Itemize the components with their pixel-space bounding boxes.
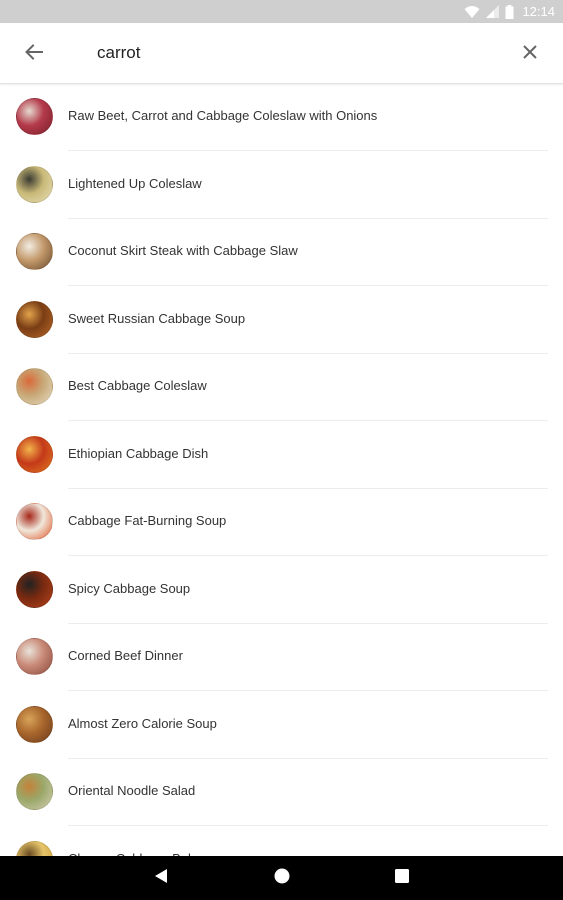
recipe-thumbnail	[16, 368, 53, 405]
recipe-thumbnail	[16, 98, 53, 135]
recipe-thumbnail	[16, 570, 53, 608]
result-row[interactable]: Lightened Up Coleslaw	[0, 152, 563, 219]
cell-signal-icon	[486, 5, 500, 18]
result-title: Oriental Noodle Salad	[68, 783, 196, 798]
result-title: Raw Beet, Carrot and Cabbage Coleslaw wi…	[68, 108, 378, 123]
clear-search-button[interactable]	[516, 40, 544, 68]
result-row[interactable]: Raw Beet, Carrot and Cabbage Coleslaw wi…	[0, 84, 563, 151]
result-title: Spicy Cabbage Soup	[68, 580, 191, 596]
recipe-thumbnail	[16, 705, 53, 743]
recipe-thumbnail	[16, 300, 53, 338]
result-title: Sweet Russian Cabbage Soup	[68, 310, 246, 326]
nav-back-triangle-icon	[154, 868, 168, 889]
arrow-left-icon	[25, 43, 43, 65]
battery-icon	[505, 4, 514, 19]
wifi-icon	[464, 5, 480, 19]
status-time: 12:14	[522, 4, 555, 19]
recipe-thumbnail	[16, 773, 53, 810]
result-title: Ethiopian Cabbage Dish	[68, 445, 209, 461]
result-row[interactable]: Cabbage Fat-Burning Soup	[0, 489, 563, 556]
status-bar: 12:14	[0, 0, 563, 23]
result-title: Corned Beef Dinner	[68, 648, 183, 663]
nav-recents-square-icon	[395, 868, 409, 888]
nav-back-button[interactable]	[151, 868, 171, 888]
system-nav-bar	[0, 856, 563, 900]
result-row[interactable]: Ethiopian Cabbage Dish	[0, 422, 563, 489]
search-input[interactable]	[97, 38, 477, 68]
result-title: Coconut Skirt Steak with Cabbage Slaw	[68, 243, 298, 258]
recipe-thumbnail	[16, 840, 53, 856]
close-icon	[523, 44, 537, 64]
result-row[interactable]: Best Cabbage Coleslaw	[0, 354, 563, 421]
back-button[interactable]	[20, 40, 48, 68]
result-row[interactable]: Almost Zero Calorie Soup	[0, 692, 563, 759]
result-row[interactable]: Oriental Noodle Salad	[0, 759, 563, 826]
result-row[interactable]: Coconut Skirt Steak with Cabbage Slaw	[0, 219, 563, 286]
nav-home-button[interactable]	[272, 868, 292, 888]
recipe-thumbnail	[16, 233, 53, 270]
nav-recents-button[interactable]	[392, 868, 412, 888]
result-row[interactable]: Sweet Russian Cabbage Soup	[0, 287, 563, 354]
recipe-thumbnail	[16, 435, 53, 473]
result-row[interactable]: Spicy Cabbage Soup	[0, 557, 563, 624]
search-bar	[0, 23, 563, 84]
result-title: Almost Zero Calorie Soup	[68, 715, 217, 731]
recipe-thumbnail	[16, 503, 53, 540]
result-title: Cabbage Fat-Burning Soup	[68, 513, 227, 528]
recipe-thumbnail	[16, 638, 53, 675]
search-results-list: Raw Beet, Carrot and Cabbage Coleslaw wi…	[0, 84, 563, 856]
result-title: Best Cabbage Coleslaw	[68, 378, 207, 393]
recipe-thumbnail	[16, 165, 53, 203]
result-title: Lightened Up Coleslaw	[68, 175, 202, 191]
result-row[interactable]: Corned Beef Dinner	[0, 624, 563, 691]
result-row[interactable]: Cheesy Cabbage Bake	[0, 827, 563, 856]
nav-home-circle-icon	[274, 868, 290, 889]
